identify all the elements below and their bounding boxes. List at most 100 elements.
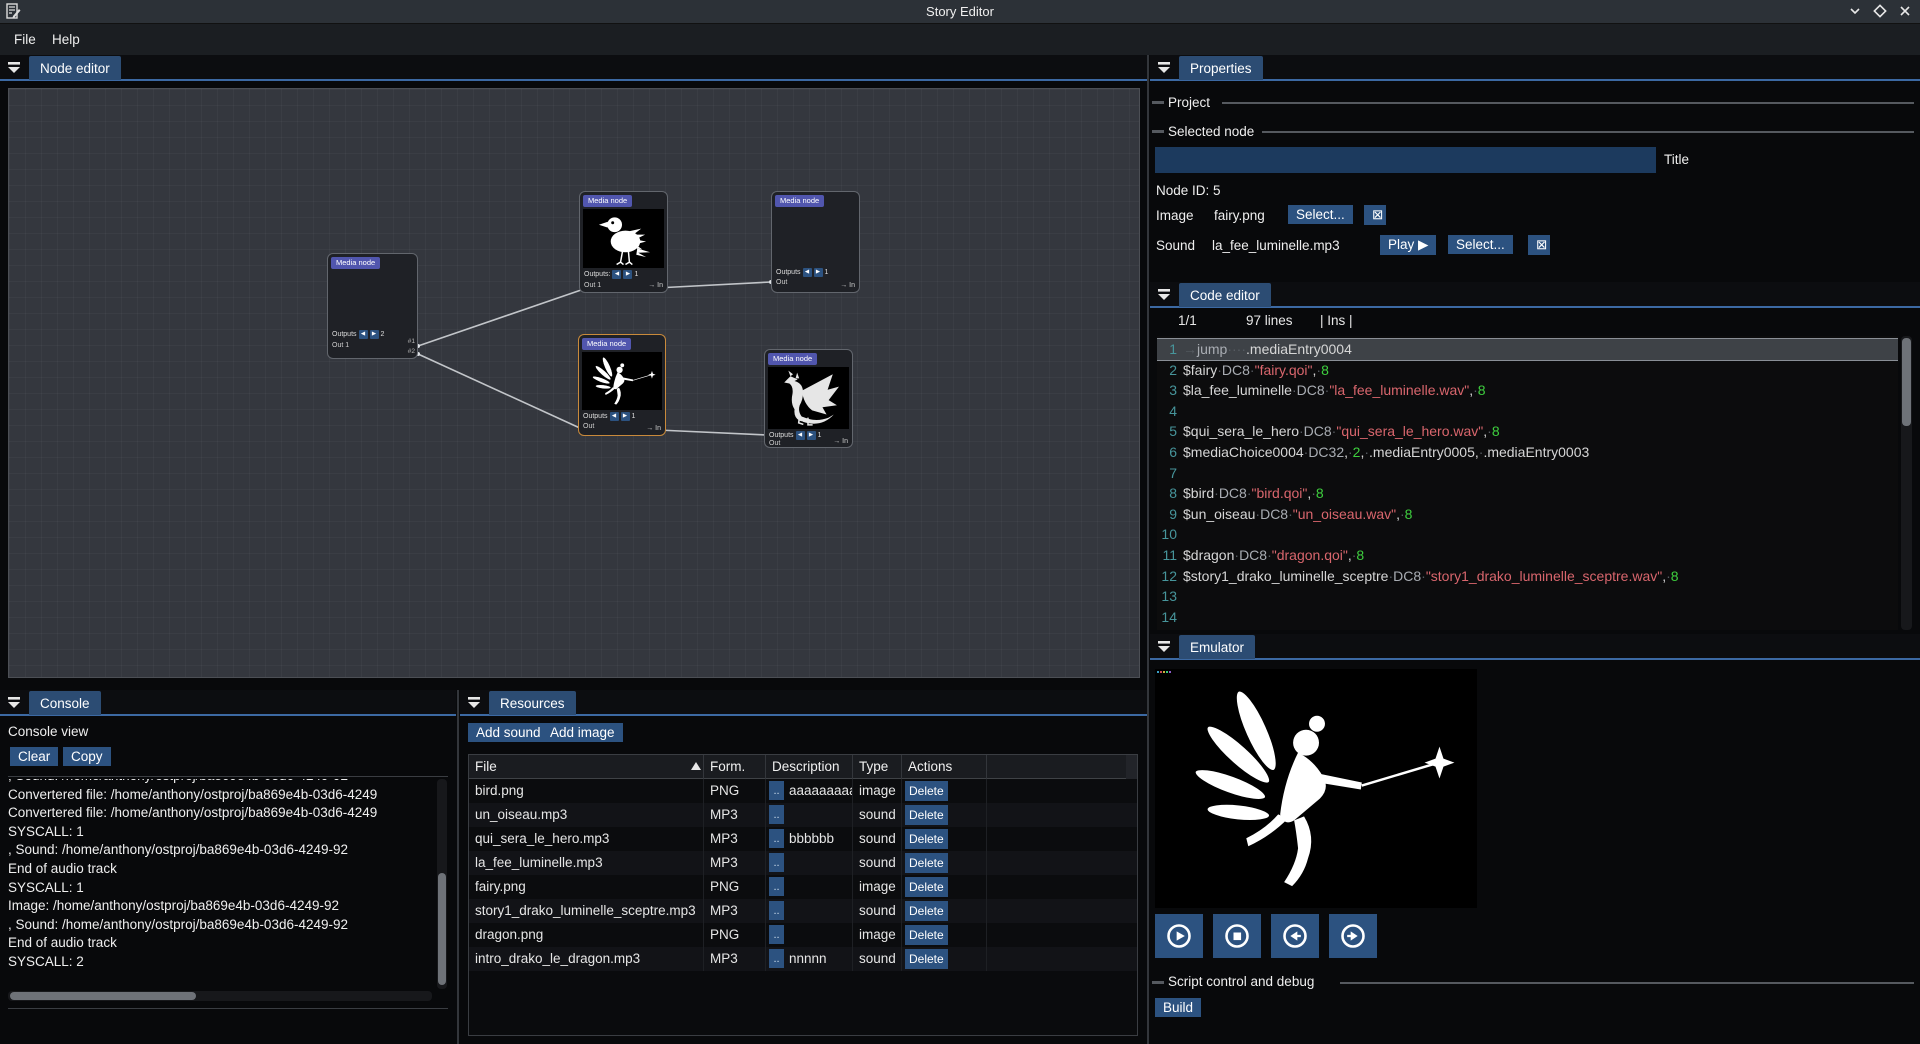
code-line[interactable]: 15 Personal Text Transition [1157, 627, 1898, 630]
edit-description-button[interactable]: .. [769, 901, 784, 920]
column-header-type[interactable]: Type [853, 755, 902, 779]
code-line[interactable]: 8$bird·DC8·"bird.qoi",·8 [1157, 483, 1898, 504]
code-editor-area[interactable]: 1→jump····.mediaEntry0004 2$fairy·DC8·"f… [1157, 336, 1898, 630]
code-line[interactable]: 2$fairy·DC8·"fairy.qoi",·8 [1157, 360, 1898, 381]
collapse-panel-icon[interactable] [1155, 640, 1173, 655]
menu-file[interactable]: File [8, 30, 42, 49]
node-out-port-label[interactable]: Out [583, 423, 594, 430]
tab-node-editor[interactable]: Node editor [29, 56, 121, 80]
console-vertical-scrollbar-thumb[interactable] [438, 873, 446, 985]
maximize-button[interactable] [1871, 3, 1889, 21]
collapse-panel-icon[interactable] [1155, 288, 1173, 303]
node-out-port-label[interactable]: Out [776, 279, 787, 286]
delete-button[interactable]: Delete [905, 901, 948, 921]
tab-code-editor[interactable]: Code editor [1179, 283, 1271, 307]
tab-resources[interactable]: Resources [489, 691, 576, 715]
tab-emulator[interactable]: Emulator [1179, 635, 1255, 659]
column-header-file[interactable]: File [469, 755, 704, 779]
code-line[interactable]: 14 [1157, 607, 1898, 628]
table-row[interactable]: intro_drako_le_dragon.mp3 MP3 .. nnnnn s… [469, 947, 1137, 971]
column-header-description[interactable]: Description [766, 755, 853, 779]
title-input[interactable] [1155, 147, 1656, 173]
code-line[interactable]: 6$mediaChoice0004·DC32,·2,·.mediaEntry00… [1157, 442, 1898, 463]
code-line[interactable]: 1→jump····.mediaEntry0004 [1157, 339, 1898, 360]
console-horizontal-scrollbar[interactable] [8, 991, 432, 1001]
outputs-decrease-button[interactable]: ◀ [612, 270, 621, 279]
node-out-port-label[interactable]: Out [769, 440, 780, 447]
delete-button[interactable]: Delete [905, 829, 948, 849]
table-row[interactable]: dragon.png PNG .. image Delete [469, 923, 1137, 947]
console-resources-splitter[interactable] [457, 690, 459, 1044]
console-log[interactable]: , Sound: /home/anthony/ostproj/ba869e4b-… [8, 779, 436, 989]
console-vertical-scrollbar[interactable] [437, 779, 447, 989]
outputs-increase-button[interactable]: ▶ [623, 270, 632, 279]
node-output-port-1[interactable]: #1 [408, 338, 415, 345]
outputs-increase-button[interactable]: ▶ [370, 330, 379, 339]
node-in-port-label[interactable]: → In [840, 282, 855, 289]
edit-description-button[interactable]: .. [769, 853, 784, 872]
delete-button[interactable]: Delete [905, 877, 948, 897]
sound-play-button[interactable]: Play ▶ [1380, 235, 1436, 255]
media-node[interactable]: Media node Outputs ◀ ▶ 1 Out → In [764, 349, 853, 448]
collapse-panel-icon[interactable] [5, 696, 23, 711]
media-node[interactable]: Media node Outputs: ◀ ▶ 1 Out 1 → In [579, 191, 668, 293]
delete-button[interactable]: Delete [905, 781, 948, 801]
add-image-button[interactable]: Add image [542, 723, 623, 742]
emulator-step-forward-button[interactable] [1329, 914, 1377, 958]
code-vertical-scrollbar[interactable] [1901, 336, 1912, 630]
console-clear-button[interactable]: Clear [10, 747, 58, 766]
main-splitter[interactable] [1147, 55, 1149, 1044]
code-line[interactable]: 3$la_fee_luminelle·DC8·"la_fee_luminelle… [1157, 380, 1898, 401]
table-row[interactable]: fairy.png PNG .. image Delete [469, 875, 1137, 899]
build-button[interactable]: Build [1155, 998, 1201, 1017]
delete-button[interactable]: Delete [905, 805, 948, 825]
image-clear-button[interactable]: ⊠ [1364, 205, 1386, 225]
tab-properties[interactable]: Properties [1179, 56, 1263, 80]
node-in-port-label[interactable]: → In [648, 282, 663, 289]
code-line[interactable]: 4 [1157, 401, 1898, 422]
delete-button[interactable]: Delete [905, 853, 948, 873]
outputs-increase-button[interactable]: ▶ [621, 412, 630, 421]
table-row[interactable]: qui_sera_le_hero.mp3 MP3 .. bbbbbb sound… [469, 827, 1137, 851]
edit-description-button[interactable]: .. [769, 781, 784, 800]
tab-console[interactable]: Console [29, 691, 101, 715]
minimize-button[interactable] [1846, 3, 1864, 21]
outputs-decrease-button[interactable]: ◀ [796, 431, 805, 440]
sound-select-button[interactable]: Select... [1448, 235, 1513, 254]
emulator-stop-button[interactable] [1213, 914, 1261, 958]
code-line[interactable]: 7 [1157, 463, 1898, 484]
resources-table-header[interactable]: File Form. Description Type Actions [469, 755, 1137, 779]
node-in-port-label[interactable]: → In [646, 425, 661, 432]
edit-description-button[interactable]: .. [769, 805, 784, 824]
table-row[interactable]: story1_drako_luminelle_sceptre.mp3 MP3 .… [469, 899, 1137, 923]
edit-description-button[interactable]: .. [769, 877, 784, 896]
column-header-format[interactable]: Form. [704, 755, 766, 779]
node-out-port-label[interactable]: Out 1 [332, 342, 349, 349]
delete-button[interactable]: Delete [905, 925, 948, 945]
console-copy-button[interactable]: Copy [63, 747, 111, 766]
close-button[interactable] [1896, 3, 1914, 21]
edit-description-button[interactable]: .. [769, 829, 784, 848]
media-node-selected[interactable]: Media node Outputs ◀ ▶ 1 Out → In [578, 334, 666, 436]
outputs-decrease-button[interactable]: ◀ [610, 412, 619, 421]
add-sound-button[interactable]: Add sound [468, 723, 549, 742]
edit-description-button[interactable]: .. [769, 925, 784, 944]
outputs-decrease-button[interactable]: ◀ [359, 330, 368, 339]
outputs-increase-button[interactable]: ▶ [807, 431, 816, 440]
node-editor-canvas[interactable]: Media node Outputs ◀ ▶ 2 Out 1 #1 #2 Med… [8, 88, 1140, 678]
image-select-button[interactable]: Select... [1288, 205, 1353, 224]
collapse-panel-icon[interactable] [465, 696, 483, 711]
code-line[interactable]: 9$un_oiseau·DC8·"un_oiseau.wav",·8 [1157, 504, 1898, 525]
outputs-decrease-button[interactable]: ◀ [803, 268, 812, 277]
table-row[interactable]: bird.png PNG .. aaaaaaaaa image Delete [469, 779, 1137, 803]
node-in-port-label[interactable]: → In [833, 438, 848, 445]
code-line[interactable]: 11$dragon·DC8·"dragon.qoi",·8 [1157, 545, 1898, 566]
node-out-port-label[interactable]: Out 1 [584, 282, 601, 289]
code-vertical-scrollbar-thumb[interactable] [1902, 338, 1911, 426]
console-horizontal-scrollbar-thumb[interactable] [10, 992, 196, 1000]
node-output-port-2[interactable]: #2 [408, 348, 415, 355]
sound-clear-button[interactable]: ⊠ [1528, 235, 1550, 255]
media-node[interactable]: Media node Outputs ◀ ▶ 2 Out 1 #1 #2 [327, 253, 418, 359]
emulator-play-button[interactable] [1155, 914, 1203, 958]
code-line[interactable]: 13 [1157, 586, 1898, 607]
